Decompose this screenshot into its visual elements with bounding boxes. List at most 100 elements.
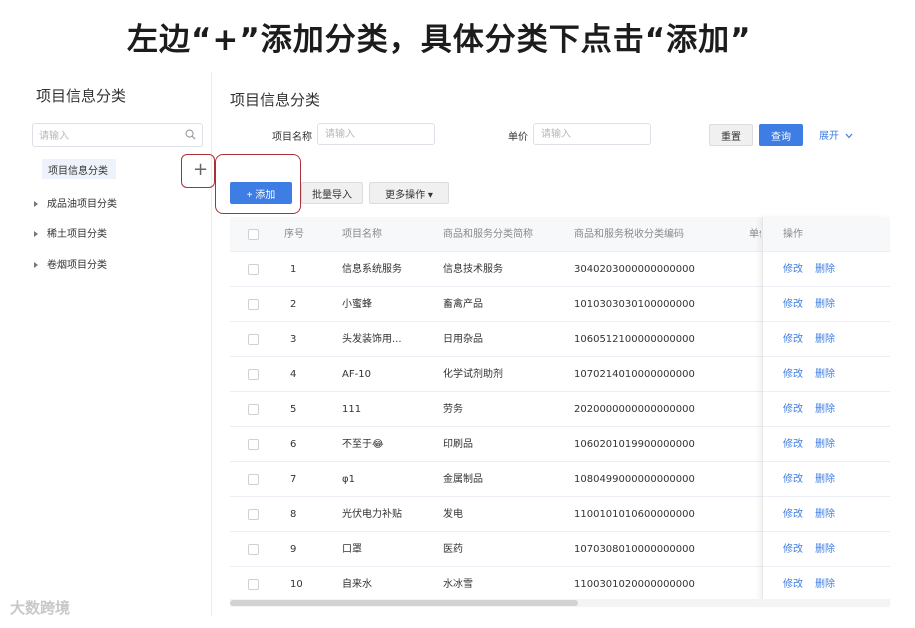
row-checkbox[interactable] [248,474,259,485]
row-checkbox[interactable] [248,579,259,590]
cell-seq: 5 [290,404,297,415]
row-checkbox[interactable] [248,369,259,380]
price-filter-label: 单价 [508,132,528,143]
instruction-banner: 左边“+”添加分类，具体分类下点击“添加” [0,0,915,72]
cell-category: 发电 [443,509,463,520]
row-checkbox[interactable] [248,264,259,275]
edit-link[interactable]: 修改 [783,532,803,567]
tree-item-rare-earth[interactable]: 稀土项目分类 [34,225,107,240]
header-ops: 操作 [783,229,803,240]
select-all-checkbox[interactable] [248,229,259,240]
row-checkbox[interactable] [248,404,259,415]
table-row: 2 小蜜蜂 畜禽产品 1010303030100000000 修改 删除 [230,287,890,322]
main-panel: 项目信息分类 项目名称 单价 重置 查询 展开 + 添加 批量导入 更多操作 ▾… [213,72,890,616]
row-checkbox[interactable] [248,509,259,520]
chevron-down-icon [845,133,853,139]
caret-right-icon[interactable] [34,231,38,237]
edit-link[interactable]: 修改 [783,462,803,497]
row-checkbox[interactable] [248,299,259,310]
cell-tax-code: 1060512100000000000 [574,334,695,345]
tree-item-refined-oil[interactable]: 成品油项目分类 [34,195,117,210]
delete-link[interactable]: 删除 [815,567,835,602]
cell-category: 印刷品 [443,439,473,450]
sidebar-search [32,123,203,148]
tree-item-active[interactable]: 项目信息分类 [42,159,116,179]
caret-right-icon[interactable] [34,262,38,268]
delete-link[interactable]: 删除 [815,462,835,497]
sidebar-title: 项目信息分类 [36,87,127,105]
sidebar-search-input[interactable] [33,125,173,148]
more-operations-button[interactable]: 更多操作 ▾ [369,182,449,204]
horizontal-scrollbar[interactable] [230,599,890,607]
delete-link[interactable]: 删除 [815,252,835,287]
cell-tax-code: 1010303030100000000 [574,299,695,310]
cell-seq: 2 [290,299,297,310]
table-row: 9 口罩 医药 1070308010000000000 修改 删除 [230,532,890,567]
delete-link[interactable]: 删除 [815,392,835,427]
delete-link[interactable]: 删除 [815,427,835,462]
table-row: 7 φ1 金属制品 1080499000000000000 修改 删除 [230,462,890,497]
cell-category: 畜禽产品 [443,299,483,310]
table-row: 5 111 劳务 2020000000000000000 修改 删除 [230,392,890,427]
cell-name: 口罩 [342,544,362,555]
table-row: 3 头发装饰用... 日用杂品 1060512100000000000 修改 删除 [230,322,890,357]
table-row: 6 不至于😂 印刷品 1060201019900000000 修改 删除 [230,427,890,462]
cell-seq: 4 [290,369,297,380]
cell-tax-code: 1070308010000000000 [574,544,695,555]
delete-link[interactable]: 删除 [815,322,835,357]
delete-link[interactable]: 删除 [815,357,835,392]
add-button[interactable]: + 添加 [230,182,292,204]
edit-link[interactable]: 修改 [783,392,803,427]
cell-seq: 1 [290,264,297,275]
tree-item-cigarette[interactable]: 卷烟项目分类 [34,256,107,271]
header-tax-code: 商品和服务税收分类编码 [574,229,684,240]
tree-item-label: 成品油项目分类 [47,199,117,210]
price-filter-input[interactable] [533,123,651,145]
add-category-plus-icon[interactable]: + [193,159,208,181]
row-checkbox[interactable] [248,439,259,450]
cell-category: 医药 [443,544,463,555]
delete-link[interactable]: 删除 [815,532,835,567]
cell-category: 金属制品 [443,474,483,485]
batch-import-button[interactable]: 批量导入 [301,182,363,204]
cell-name: 自来水 [342,579,372,590]
delete-link[interactable]: 删除 [815,497,835,532]
expand-button[interactable]: 展开 [819,127,853,142]
edit-link[interactable]: 修改 [783,252,803,287]
cell-name: AF-10 [342,369,371,380]
search-icon[interactable] [185,129,196,140]
caret-right-icon[interactable] [34,201,38,207]
cell-category: 化学试剂助剂 [443,369,503,380]
tree-item-label: 稀土项目分类 [47,229,107,240]
row-checkbox[interactable] [248,544,259,555]
cell-name: 头发装饰用... [342,334,402,345]
cell-name: 111 [342,404,362,415]
reset-button[interactable]: 重置 [709,124,753,146]
delete-link[interactable]: 删除 [815,287,835,322]
table-row: 8 光伏电力补贴 发电 1100101010600000000 修改 删除 [230,497,890,532]
name-filter-label: 项目名称 [272,132,312,143]
row-checkbox[interactable] [248,334,259,345]
header-name: 项目名称 [342,229,382,240]
cell-name: 信息系统服务 [342,264,402,275]
query-button[interactable]: 查询 [759,124,803,146]
table-row: 4 AF-10 化学试剂助剂 1070214010000000000 修改 删除 [230,357,890,392]
sidebar: 项目信息分类 项目信息分类 + 成品油项目分类 稀土项目分类 卷烟项目分类 [22,72,215,616]
edit-link[interactable]: 修改 [783,287,803,322]
header-category: 商品和服务分类简称 [443,229,533,240]
edit-link[interactable]: 修改 [783,427,803,462]
cell-category: 劳务 [443,404,463,415]
scrollbar-thumb[interactable] [230,600,578,606]
edit-link[interactable]: 修改 [783,567,803,602]
tree-item-active-label: 项目信息分类 [48,166,108,177]
cell-category: 日用杂品 [443,334,483,345]
header-seq: 序号 [284,229,304,240]
edit-link[interactable]: 修改 [783,497,803,532]
cell-tax-code: 1070214010000000000 [574,369,695,380]
edit-link[interactable]: 修改 [783,322,803,357]
cell-seq: 9 [290,544,297,555]
name-filter-input[interactable] [317,123,435,145]
cell-tax-code: 3040203000000000000 [574,264,695,275]
edit-link[interactable]: 修改 [783,357,803,392]
cell-seq: 6 [290,439,297,450]
